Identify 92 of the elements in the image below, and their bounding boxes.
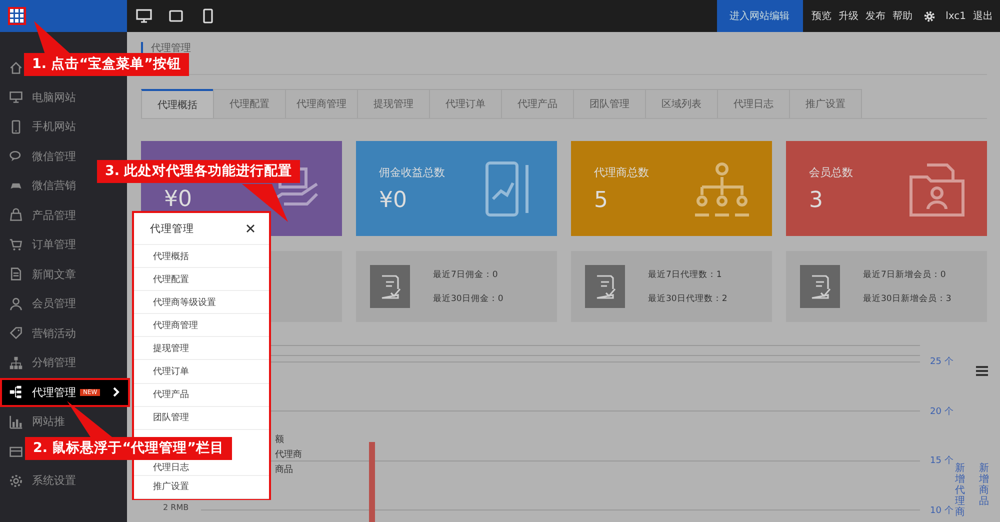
- sidebar-item[interactable]: 新闻文章: [0, 260, 76, 289]
- tag-icon: [9, 326, 23, 340]
- stat-value: ¥0: [379, 188, 408, 212]
- box-icon: [9, 444, 23, 458]
- stat-value: 5: [594, 188, 609, 212]
- tab[interactable]: 代理概括: [141, 89, 214, 118]
- popup-title: 代理管理: [150, 222, 194, 236]
- sidebar-item-label: 新闻文章: [32, 266, 76, 282]
- logout-link[interactable]: 退出: [973, 9, 993, 23]
- axis-tick-label: 2 RMB: [163, 503, 189, 512]
- axis-tick-label: 20 个: [930, 406, 954, 418]
- sidebar-item-label: 代理管理: [32, 384, 76, 400]
- sitemap-icon: [9, 356, 23, 370]
- sidebar-item-label: 产品管理: [32, 208, 76, 223]
- report-icon: [585, 265, 625, 308]
- popup-menu-item[interactable]: 代理订单: [134, 360, 269, 384]
- topbar-link[interactable]: 预览: [812, 9, 832, 23]
- chevron-right-icon: [112, 387, 120, 398]
- tab[interactable]: 推广设置: [789, 89, 862, 118]
- close-icon[interactable]: [246, 224, 255, 233]
- phone-view-icon[interactable]: [200, 8, 216, 24]
- sidebar-item-label: 订单管理: [32, 237, 76, 252]
- summary-line: 最近30日佣金：0: [433, 292, 504, 304]
- bar-chart-icon: [9, 414, 23, 429]
- stat-label: 佣金收益总数: [379, 164, 445, 180]
- popup-menu-item[interactable]: 提现管理: [134, 337, 269, 360]
- username-link[interactable]: lxc1: [946, 10, 966, 22]
- sidebar-item-label: 系统设置: [32, 473, 76, 488]
- axis-tick-label: 10 个: [930, 504, 954, 516]
- summary-line: 最近7日代理数：1: [648, 268, 723, 280]
- popup-menu-item[interactable]: 代理商等级设置: [134, 291, 269, 314]
- popup-menu-item[interactable]: 团队管理: [134, 406, 269, 430]
- legend-label: 额: [275, 434, 285, 446]
- sidebar-item[interactable]: 营销活动: [0, 318, 76, 348]
- axis-title: 新增商品: [979, 463, 989, 507]
- phone-icon: [9, 120, 23, 134]
- sidebar-item-label: 分销管理: [32, 355, 76, 370]
- settings-icon[interactable]: [924, 10, 935, 22]
- topbar-link[interactable]: 升级: [838, 9, 859, 23]
- share-nodes-icon: [9, 385, 23, 400]
- document-icon: [9, 267, 23, 282]
- home-icon: [9, 60, 23, 75]
- topbar-link[interactable]: 发布: [866, 9, 886, 23]
- sidebar-item-label: 营销活动: [32, 326, 76, 341]
- legend-label: 商品: [275, 464, 294, 476]
- sidebar-item[interactable]: 微信营销: [0, 171, 76, 200]
- edit-site-button[interactable]: 进入网站编辑: [716, 0, 803, 32]
- sidebar-item[interactable]: 会员管理: [0, 289, 76, 318]
- popup-menu-item[interactable]: 代理概括: [134, 245, 269, 268]
- axis-tick-label: 15 个: [930, 454, 954, 467]
- desktop-view-icon[interactable]: [136, 8, 152, 24]
- popup-menu-item[interactable]: 代理商管理: [134, 314, 269, 338]
- cart-icon: [9, 238, 23, 252]
- menu-icon[interactable]: [976, 366, 988, 376]
- stat-label: 代理商总数: [594, 164, 649, 180]
- popup-menu-item[interactable]: 代理产品: [134, 384, 269, 407]
- sidebar-item-label: 微信营销: [32, 178, 76, 194]
- sidebar-item-label: 微信管理: [32, 148, 76, 164]
- stat-label: 会员总数: [809, 164, 853, 180]
- apps-menu-button[interactable]: [8, 7, 26, 25]
- sidebar-item[interactable]: 手机网站: [0, 112, 76, 142]
- sidebar-item[interactable]: 网站推: [0, 407, 65, 436]
- chat-icon: [9, 149, 23, 164]
- monitor-icon: [9, 90, 23, 104]
- report-icon: [800, 265, 840, 308]
- sidebar-item[interactable]: 电脑网站: [0, 82, 76, 112]
- topbar-link[interactable]: 帮助: [892, 9, 913, 23]
- summary-line: 最近7日佣金：0: [433, 268, 499, 280]
- axis-tick-label: 25 个: [930, 356, 954, 368]
- summary-line: 最近30日代理数：2: [648, 292, 728, 304]
- summary-line: 最近30日新增会员：3: [863, 292, 952, 304]
- stat-value: ¥0: [164, 186, 192, 212]
- sidebar-item[interactable]: 订单管理: [0, 230, 76, 260]
- axis-title: 新增代理商: [955, 463, 965, 518]
- sidebar-item[interactable]: 系统设置: [0, 466, 76, 496]
- tablet-view-icon[interactable]: [168, 8, 184, 24]
- sidebar-item[interactable]: 微信管理: [0, 142, 76, 171]
- sidebar-item[interactable]: 分销管理: [0, 348, 76, 378]
- summary-line: 最近7日新增会员：0: [863, 268, 947, 280]
- legend-label: 代理商: [275, 448, 302, 461]
- bag-icon: [9, 208, 23, 222]
- sidebar-item-label: 网站推: [32, 414, 65, 430]
- stat-value: 3: [809, 188, 824, 212]
- sidebar-item[interactable]: 产品管理: [0, 200, 76, 230]
- gear-icon: [9, 474, 23, 488]
- sidebar-item-label: 手机网站: [32, 119, 76, 134]
- sidebar-item-label: 会员管理: [32, 296, 76, 312]
- popup-menu-item[interactable]: 代理配置: [134, 268, 269, 292]
- sidebar-item-label: 电脑网站: [32, 90, 76, 105]
- popup-menu-item[interactable]: 推广设置: [134, 476, 269, 500]
- user-icon: [9, 296, 23, 311]
- report-icon: [370, 265, 410, 308]
